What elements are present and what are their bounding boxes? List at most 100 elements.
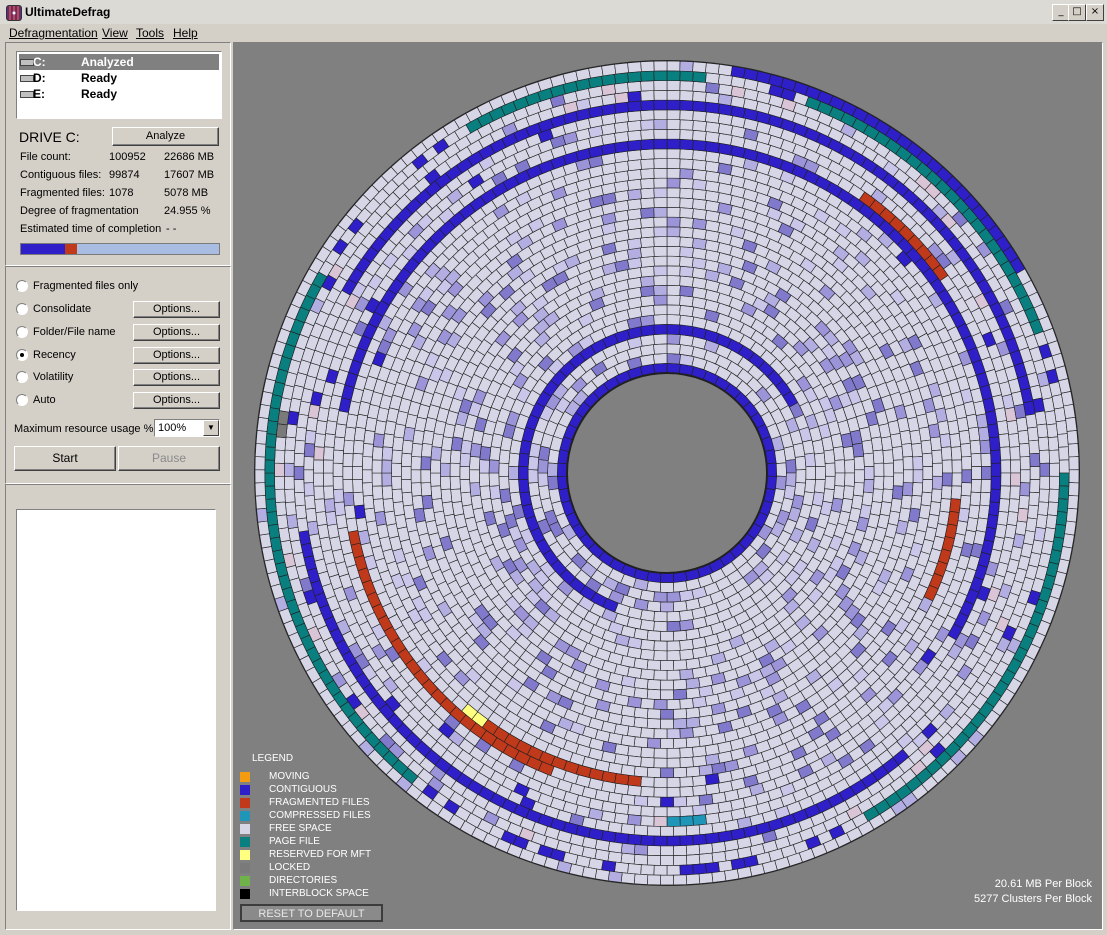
cluster-block xyxy=(660,796,674,808)
cluster-block xyxy=(842,485,855,501)
contiguous-files-label: Contiguous files: xyxy=(20,169,102,181)
cluster-block xyxy=(1029,466,1041,480)
cluster-block xyxy=(653,148,668,160)
volatility-options-button[interactable]: Options... xyxy=(133,369,220,386)
fragmentation-degree-value: 24.955 % xyxy=(164,205,211,217)
radio-consolidate[interactable] xyxy=(16,303,28,315)
cluster-block xyxy=(322,459,334,474)
cluster-block xyxy=(620,793,636,806)
cluster-block xyxy=(736,866,753,880)
cluster-block xyxy=(930,488,943,504)
cluster-block xyxy=(1008,433,1020,448)
drive-status: Ready xyxy=(81,87,118,101)
drive-panel: C: Analyzed D: Ready E: Ready DRIVE C: A… xyxy=(5,42,231,266)
consolidate-options-button[interactable]: Options... xyxy=(133,301,220,318)
cluster-block xyxy=(640,786,655,798)
radio-fragmented-only[interactable] xyxy=(16,280,28,292)
cluster-block xyxy=(640,668,655,681)
radio-recency[interactable] xyxy=(16,349,28,361)
menu-tools[interactable]: Tools xyxy=(136,26,164,40)
cluster-block xyxy=(478,459,490,474)
legend-swatch xyxy=(240,811,250,821)
radio-auto[interactable] xyxy=(16,394,28,406)
cluster-block xyxy=(274,449,286,464)
cluster-block xyxy=(893,472,904,487)
cluster-block xyxy=(666,835,681,847)
cluster-block xyxy=(627,71,642,83)
cluster-block xyxy=(692,774,707,787)
cluster-block xyxy=(679,99,694,112)
cluster-block xyxy=(640,295,655,307)
cluster-block xyxy=(627,100,642,113)
cluster-block xyxy=(979,439,991,455)
cluster-block xyxy=(322,472,334,487)
mode-label: Volatility xyxy=(33,371,74,383)
cluster-block xyxy=(679,265,694,278)
cluster-block xyxy=(692,71,707,83)
cluster-block xyxy=(666,187,681,199)
cluster-block xyxy=(528,482,540,497)
cluster-block xyxy=(679,256,694,268)
cluster-block xyxy=(698,872,714,885)
radio-volatility[interactable] xyxy=(16,371,28,383)
menu-help[interactable]: Help xyxy=(173,26,198,40)
chevron-down-icon[interactable]: ▼ xyxy=(203,420,219,436)
cluster-block xyxy=(653,669,668,681)
cluster-block xyxy=(640,80,655,92)
cluster-block xyxy=(614,91,629,104)
cluster-block xyxy=(672,630,688,642)
cluster-block xyxy=(1038,449,1050,464)
analyze-button[interactable]: Analyze xyxy=(112,127,219,146)
cluster-block xyxy=(666,757,681,769)
cluster-block xyxy=(949,433,962,448)
drive-item-c[interactable]: C: Analyzed xyxy=(19,54,219,70)
cluster-block xyxy=(266,511,279,526)
cluster-block xyxy=(653,109,668,121)
legend-swatch xyxy=(240,824,250,834)
maximize-button[interactable]: □ xyxy=(1068,4,1086,21)
cluster-block xyxy=(653,245,668,257)
cluster-block xyxy=(666,138,681,150)
mb-per-block: 20.61 MB Per Block xyxy=(994,878,1092,890)
recency-options-button[interactable]: Options... xyxy=(133,347,220,364)
cluster-block xyxy=(627,755,642,768)
resource-usage-select[interactable]: 100% ▼ xyxy=(154,419,220,437)
drive-item-e[interactable]: E: Ready xyxy=(19,86,219,102)
reset-to-default-button[interactable]: RESET TO DEFAULT xyxy=(240,904,383,922)
log-panel xyxy=(5,484,231,930)
cluster-block xyxy=(833,446,845,461)
auto-options-button[interactable]: Options... xyxy=(133,392,220,409)
folder-options-button[interactable]: Options... xyxy=(133,324,220,341)
cluster-block xyxy=(666,275,681,287)
cluster-block xyxy=(1055,511,1068,526)
cluster-block xyxy=(666,158,681,169)
cluster-block xyxy=(381,472,393,487)
cluster-block xyxy=(653,197,668,208)
cluster-block xyxy=(614,101,629,114)
cluster-block xyxy=(640,776,655,788)
cluster-block xyxy=(692,120,707,132)
cluster-block xyxy=(430,446,443,461)
cluster-block xyxy=(679,648,695,661)
drive-item-d[interactable]: D: Ready xyxy=(19,70,219,86)
cluster-block xyxy=(666,728,681,740)
cluster-block xyxy=(440,449,452,464)
cluster-block xyxy=(1049,462,1060,477)
close-button[interactable]: × xyxy=(1086,4,1104,21)
file-count-value: 100952 xyxy=(109,151,146,163)
cluster-block xyxy=(921,479,934,494)
menu-view[interactable]: View xyxy=(102,26,128,40)
cluster-block xyxy=(833,485,845,500)
cluster-block xyxy=(804,452,816,468)
pause-button[interactable]: Pause xyxy=(118,446,220,471)
radio-folder-file-name[interactable] xyxy=(16,326,28,338)
cluster-block xyxy=(646,737,661,749)
cluster-block xyxy=(666,236,681,247)
cluster-block xyxy=(834,472,846,487)
cluster-block xyxy=(449,475,461,490)
cluster-block xyxy=(1047,436,1060,451)
mode-label: Consolidate xyxy=(33,303,92,315)
cluster-block xyxy=(1067,443,1080,458)
menu-defragmentation[interactable]: Defragmentation xyxy=(9,26,98,40)
start-button[interactable]: Start xyxy=(14,446,116,471)
